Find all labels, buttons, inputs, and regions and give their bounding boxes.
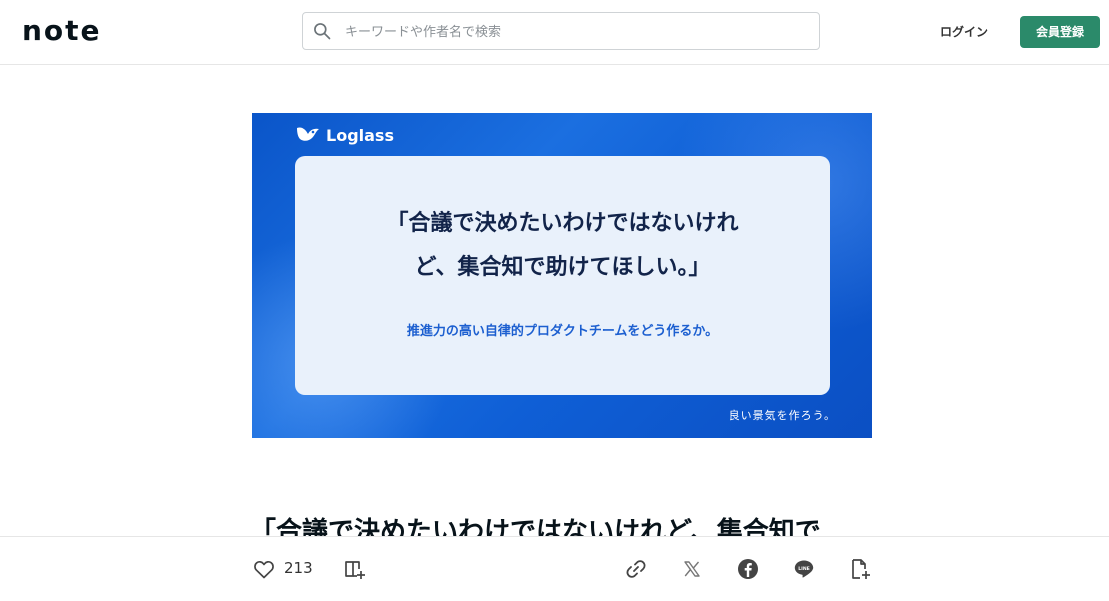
action-bar: 213 LINE (0, 536, 1109, 601)
note-add-icon (852, 559, 870, 579)
link-icon (626, 560, 646, 578)
bird-icon (297, 127, 319, 141)
eyecatch-subline: 推進力の高い自律的プロダクトチームをどう作るか。 (406, 324, 719, 339)
headline-line-2: ど、集合知で助けてほしい。」 (414, 255, 711, 280)
like-count: 213 (284, 559, 313, 577)
add-to-magazine-button[interactable] (343, 557, 367, 581)
headline-line-1: 「合議で決めたいわけではないけれ (386, 211, 739, 236)
eyecatch-tagline: 良い景気を作ろう。 (728, 409, 836, 422)
loglass-logo: Loglass (294, 123, 394, 147)
brand-name: Loglass (326, 125, 394, 145)
login-button[interactable]: ログイン (928, 18, 1000, 46)
search-box[interactable] (302, 12, 820, 51)
embed-note-button[interactable] (848, 557, 872, 581)
line-icon: LINE (794, 560, 814, 578)
note-logo[interactable]: note (22, 13, 102, 49)
share-x-button[interactable] (680, 557, 704, 581)
article-title: 「合議で決めたいわけではないけれど、集合知で (250, 517, 821, 536)
x-icon (684, 561, 700, 577)
share-line-button[interactable]: LINE (792, 557, 816, 581)
site-header: note ログイン 会員登録 (0, 0, 1109, 65)
eyecatch-headline: 「合議で決めたいわけではないけれ ど、集合知で助けてほしい。」 (295, 202, 830, 290)
eyecatch-image: Loglass 「合議で決めたいわけではないけれ ど、集合知で助けてほしい。」 … (252, 113, 872, 438)
heart-icon (254, 560, 274, 579)
facebook-icon (738, 559, 758, 579)
signup-button[interactable]: 会員登録 (1020, 16, 1100, 48)
share-facebook-button[interactable] (736, 557, 760, 581)
search-icon (314, 23, 331, 40)
search-input[interactable] (343, 13, 807, 51)
copy-link-button[interactable] (624, 557, 648, 581)
magazine-add-icon (345, 561, 365, 579)
like-button[interactable] (252, 557, 276, 581)
svg-text:LINE: LINE (798, 566, 810, 572)
headline-card: 「合議で決めたいわけではないけれ ど、集合知で助けてほしい。」 推進力の高い自律… (295, 156, 830, 395)
